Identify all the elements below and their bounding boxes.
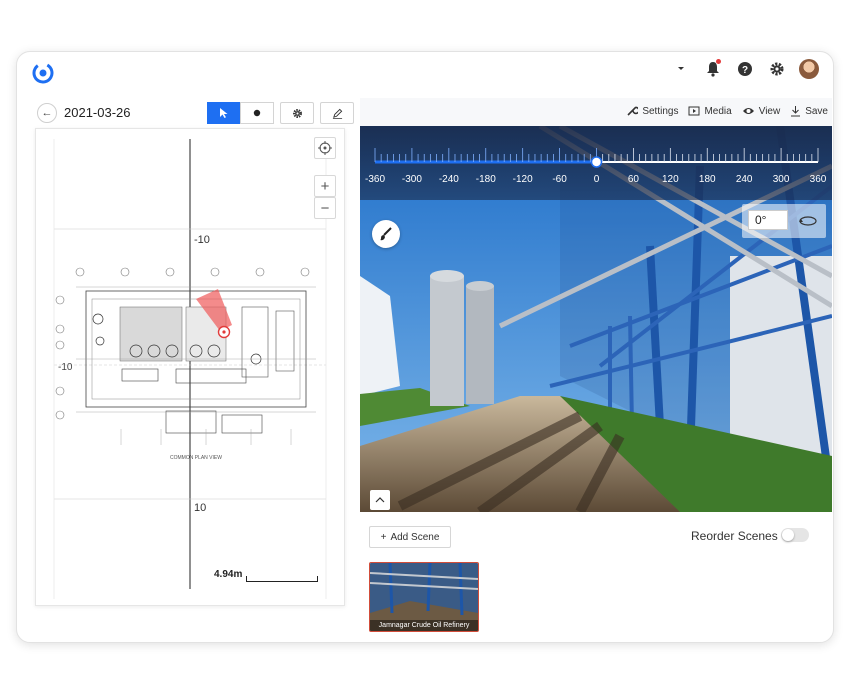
zoom-in-button[interactable]: + [314, 175, 336, 197]
brush-icon [380, 227, 392, 241]
viewer-header: Settings Media View Save [360, 98, 832, 126]
dot-icon[interactable] [240, 102, 274, 124]
rotation-ruler[interactable]: -360 -300 -240 -180 -120 -60 0 60 120 180 240 300 36… [360, 126, 832, 200]
panorama-viewer[interactable]: -360 -300 -240 -180 -120 -60 0 60 120 180 240 300 36… [360, 126, 832, 512]
floorplan-drawing: -10 -10 10 COMMON PLAN VIEW [53, 139, 327, 599]
grid-label-top: -10 [194, 234, 210, 246]
top-bar-icons: ? [671, 59, 819, 79]
ruler-label: -240 [438, 174, 459, 185]
recenter-icon[interactable] [314, 137, 336, 159]
add-scene-label: Add Scene [390, 531, 440, 543]
floorplan-header: ← 2021-03-26 [35, 98, 354, 126]
rotate-360-icon[interactable] [798, 214, 818, 228]
grid-label-bottom: 10 [194, 502, 206, 514]
ruler-label: -180 [475, 174, 496, 185]
ruler-ticks [374, 148, 819, 168]
scene-thumbnail[interactable]: Jamnagar Crude Oil Refinery [369, 562, 479, 632]
app-logo[interactable] [32, 62, 54, 84]
ruler-knob[interactable] [590, 156, 603, 168]
ruler-label: 300 [772, 174, 790, 185]
floorplan-toolbar [207, 102, 354, 124]
zoom-out-button[interactable]: − [314, 197, 336, 219]
reorder-scenes-toggle[interactable] [781, 528, 809, 542]
ruler-label: 60 [627, 174, 639, 185]
view-button[interactable]: View [742, 105, 781, 117]
add-scene-button[interactable]: + Add Scene [369, 526, 451, 548]
plan-caption: COMMON PLAN VIEW [170, 455, 222, 461]
media-icon [688, 106, 700, 116]
ruler-label: 0 [593, 174, 600, 185]
rotation-control: 0° [742, 204, 826, 238]
app-window: ? ← 2021-03-26 -10 -10 10 COMMON PLAN VI… [16, 51, 834, 643]
gear-icon[interactable] [280, 102, 314, 124]
ruler-label: 120 [661, 174, 679, 185]
avatar[interactable] [799, 59, 819, 79]
save-button[interactable]: Save [790, 105, 828, 117]
notification-dot [716, 59, 721, 64]
floorplan-panel: ← 2021-03-26 -10 -10 10 COMMON PLAN VIEW… [35, 98, 354, 606]
brush-button[interactable] [372, 220, 400, 248]
scene-name: Jamnagar Crude Oil Refinery [370, 620, 478, 631]
wrench-icon [627, 106, 639, 116]
download-icon [791, 106, 801, 117]
scale-bar [246, 576, 318, 582]
back-arrow-icon[interactable]: ← [37, 103, 57, 123]
chevron-up-icon[interactable] [370, 490, 390, 510]
bell-icon[interactable] [703, 59, 723, 79]
ruler-label: -360 [364, 174, 386, 185]
settings-button[interactable]: Settings [626, 105, 678, 117]
help-icon[interactable]: ? [735, 59, 755, 79]
scale-label: 4.94m [214, 569, 243, 580]
eye-icon [742, 108, 754, 114]
media-label: Media [704, 105, 732, 117]
ruler-label: -300 [401, 174, 422, 185]
rotation-input[interactable]: 0° [748, 210, 788, 230]
gear-icon[interactable] [767, 59, 787, 79]
ruler-label: 240 [735, 174, 753, 185]
svg-text:?: ? [742, 65, 748, 76]
ruler-label: 180 [698, 174, 716, 185]
ruler-label: -60 [552, 174, 567, 185]
floorplan-canvas[interactable]: -10 -10 10 COMMON PLAN VIEW + − 4.94m [35, 128, 345, 606]
ruler-label: -120 [512, 174, 533, 185]
settings-label: Settings [642, 105, 679, 117]
pen-icon[interactable] [320, 102, 354, 124]
select-cursor-icon[interactable] [207, 102, 241, 124]
ruler-label: 360 [809, 174, 827, 185]
viewer-actions: Settings Media View Save [626, 105, 828, 117]
reorder-scenes-label: Reorder Scenes [691, 529, 778, 543]
capture-date: 2021-03-26 [64, 105, 131, 120]
view-label: View [758, 105, 781, 117]
save-label: Save [805, 105, 828, 117]
plus-icon: + [380, 531, 387, 543]
caret-down-icon[interactable] [671, 59, 691, 79]
grid-label-left: -10 [58, 362, 73, 373]
media-button[interactable]: Media [688, 105, 732, 117]
